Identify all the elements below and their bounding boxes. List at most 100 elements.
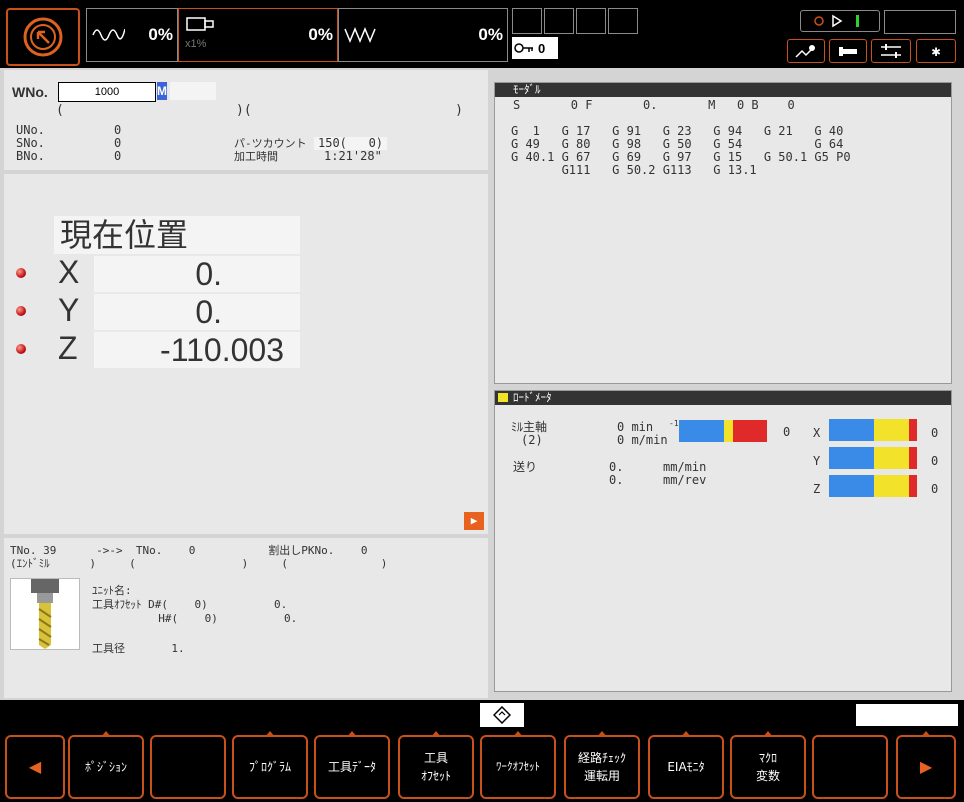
feed-override-tile[interactable]: x1% 0% xyxy=(178,8,338,62)
adjust-button[interactable] xyxy=(871,39,911,63)
axis-x-value: 0. xyxy=(94,256,300,292)
home-button[interactable] xyxy=(6,8,80,66)
pin-icon xyxy=(795,45,815,58)
status-slot-4 xyxy=(608,8,638,34)
softkey-tool-data[interactable]: 工具ﾃﾞｰﾀ xyxy=(314,731,390,799)
work-info-panel: WNo. 1000 M ( )( ) UNo. 0 SNo. 0 BNo. 0 … xyxy=(4,70,488,170)
axis-x-lamp xyxy=(16,268,26,278)
position-panel: 現在位置 X 0. Y 0. Z -110.003 ▶ xyxy=(4,174,488,534)
modal-header: ﾓｰﾀﾞﾙ xyxy=(495,83,951,97)
input-mode-toggle[interactable] xyxy=(480,703,524,727)
wno-input[interactable]: 1000 xyxy=(58,82,156,102)
triangle-right-icon: ▶ xyxy=(919,757,933,776)
modal-spindle-feed: S 0 F 0. M 0 B 0 xyxy=(513,98,795,112)
load-meter-panel: ﾛｰﾄﾞﾒｰﾀ ﾐﾙ主軸 (2) 0 min -1 0 m/min 0 送り 0… xyxy=(494,390,952,692)
axis-z-load-bar xyxy=(829,475,917,497)
axis-x-load-label: X xyxy=(813,426,821,440)
axis-y-value: 0. xyxy=(94,294,300,330)
settings-button[interactable]: ✱ xyxy=(916,39,956,63)
bar-yellow xyxy=(724,420,733,442)
page-arrow-button[interactable]: ▶ xyxy=(464,512,484,530)
axis-y-load-label: Y xyxy=(813,454,821,468)
bar-blue xyxy=(679,420,724,442)
tool-measure-button[interactable] xyxy=(787,39,825,63)
wave-icon xyxy=(92,28,125,41)
softkey-work-offset[interactable]: ﾜｰｸｵﾌｾｯﾄ xyxy=(480,731,556,799)
key-counter: 0 xyxy=(512,37,558,59)
softkey-indicator xyxy=(101,731,111,737)
position-title: 現在位置 xyxy=(54,216,300,254)
bar-red xyxy=(909,419,917,441)
softkey-prev-button[interactable]: ◀ xyxy=(5,735,65,799)
endmill-icon xyxy=(31,579,59,649)
signal-indicator xyxy=(800,10,880,32)
spindle-surface: 0 m/min xyxy=(617,433,668,447)
softkey-label-1: 経路ﾁｪｯｸ xyxy=(577,751,626,765)
wrench-button[interactable] xyxy=(829,39,867,63)
softkey-empty-1[interactable] xyxy=(150,735,226,799)
spindle-load-value: 0% xyxy=(148,25,173,44)
bar-yellow xyxy=(874,475,909,497)
softkey-label: 工具ﾃﾞｰﾀ xyxy=(327,760,376,774)
softkey-program[interactable]: ﾌﾟﾛｸﾞﾗﾑ xyxy=(232,731,308,799)
bar-red xyxy=(909,475,917,497)
axis-z-label: Z xyxy=(58,330,78,366)
bar-blue xyxy=(829,419,874,441)
modal-g-line-4: G111 G 50.2 G113 G 13.1 xyxy=(511,163,757,177)
status-slot-2 xyxy=(544,8,574,34)
wrench-icon xyxy=(839,47,857,56)
diamond-icon xyxy=(493,706,511,724)
softkey-path-check[interactable]: 経路ﾁｪｯｸ 運転用 xyxy=(564,731,640,799)
axis-z-load-label: Z xyxy=(813,482,821,496)
override-sub: x1% xyxy=(185,38,207,50)
softkey-indicator xyxy=(347,731,357,737)
tool-line-2: (ｴﾝﾄﾞﾐﾙ ) ( ) ( ) xyxy=(10,557,388,570)
softkey-indicator xyxy=(431,731,441,737)
machining-time-value: 1:21'28" xyxy=(324,149,382,163)
adjust-icon xyxy=(881,44,901,58)
axis-y-lamp xyxy=(16,306,26,316)
bno-label: BNo. xyxy=(16,149,45,163)
rapid-override-tile[interactable]: 0% xyxy=(338,8,508,62)
spindle-load-tile[interactable]: 0% xyxy=(86,8,178,62)
tool-offset-h: H#( 0) 0. xyxy=(92,612,298,625)
feed-label: 送り xyxy=(513,460,538,474)
axis-z-load-value: 0 xyxy=(931,482,939,496)
axis-z-lamp xyxy=(16,344,26,354)
spindle-load-percent: 0 xyxy=(783,425,791,439)
data-input-field[interactable] xyxy=(856,704,958,726)
meter-icon xyxy=(498,393,508,402)
bar-red xyxy=(909,447,917,469)
softkey-tool-offset[interactable]: 工具 ｵﾌｾｯﾄ xyxy=(398,731,474,799)
softkey-empty-2[interactable] xyxy=(812,735,888,799)
status-slot-right xyxy=(884,10,956,34)
bar-yellow xyxy=(874,447,909,469)
softkey-position[interactable]: ﾎﾟｼﾞｼｮﾝ xyxy=(68,731,144,799)
tool-diameter: 工具径 1. xyxy=(92,642,185,655)
softkey-eia-monitor[interactable]: EIAﾓﾆﾀ xyxy=(648,731,724,799)
softkey-next-button[interactable]: ▶ xyxy=(896,731,956,799)
tool-line-1: TNo. 39 ->-> TNo. 0 割出しPKNo. 0 xyxy=(10,544,368,557)
gear-icon: ✱ xyxy=(931,42,941,60)
softkey-label-2: 変数 xyxy=(755,769,780,783)
arrow-right-icon: ▶ xyxy=(470,514,478,527)
tool-offset-d: 工具ｵﾌｾｯﾄ D#( 0) 0. xyxy=(92,598,288,611)
softkey-indicator xyxy=(763,731,773,737)
load-meter-title: ﾛｰﾄﾞﾒｰﾀ xyxy=(513,391,552,404)
load-meter-header: ﾛｰﾄﾞﾒｰﾀ xyxy=(495,391,951,405)
machining-time-label: 加工時間 xyxy=(234,150,278,163)
bar-blue xyxy=(829,475,874,497)
feed-override-value: 0% xyxy=(308,25,333,44)
program-name-field xyxy=(170,82,216,100)
axis-y-label: Y xyxy=(58,292,80,328)
softkey-label: ﾜｰｸｵﾌｾｯﾄ xyxy=(496,760,540,773)
softkey-label-1: 工具 xyxy=(423,751,448,765)
spindle-speed-exp: -1 xyxy=(669,419,679,428)
softkey-label: EIAﾓﾆﾀ xyxy=(667,760,705,774)
axis-x-load-value: 0 xyxy=(931,426,939,440)
softkey-indicator xyxy=(681,731,691,737)
status-slot-3 xyxy=(576,8,606,34)
axis-z-value: -110.003 xyxy=(94,332,300,368)
spindle-load-bar xyxy=(679,420,767,442)
softkey-macro-variable[interactable]: ﾏｸﾛ 変数 xyxy=(730,731,806,799)
